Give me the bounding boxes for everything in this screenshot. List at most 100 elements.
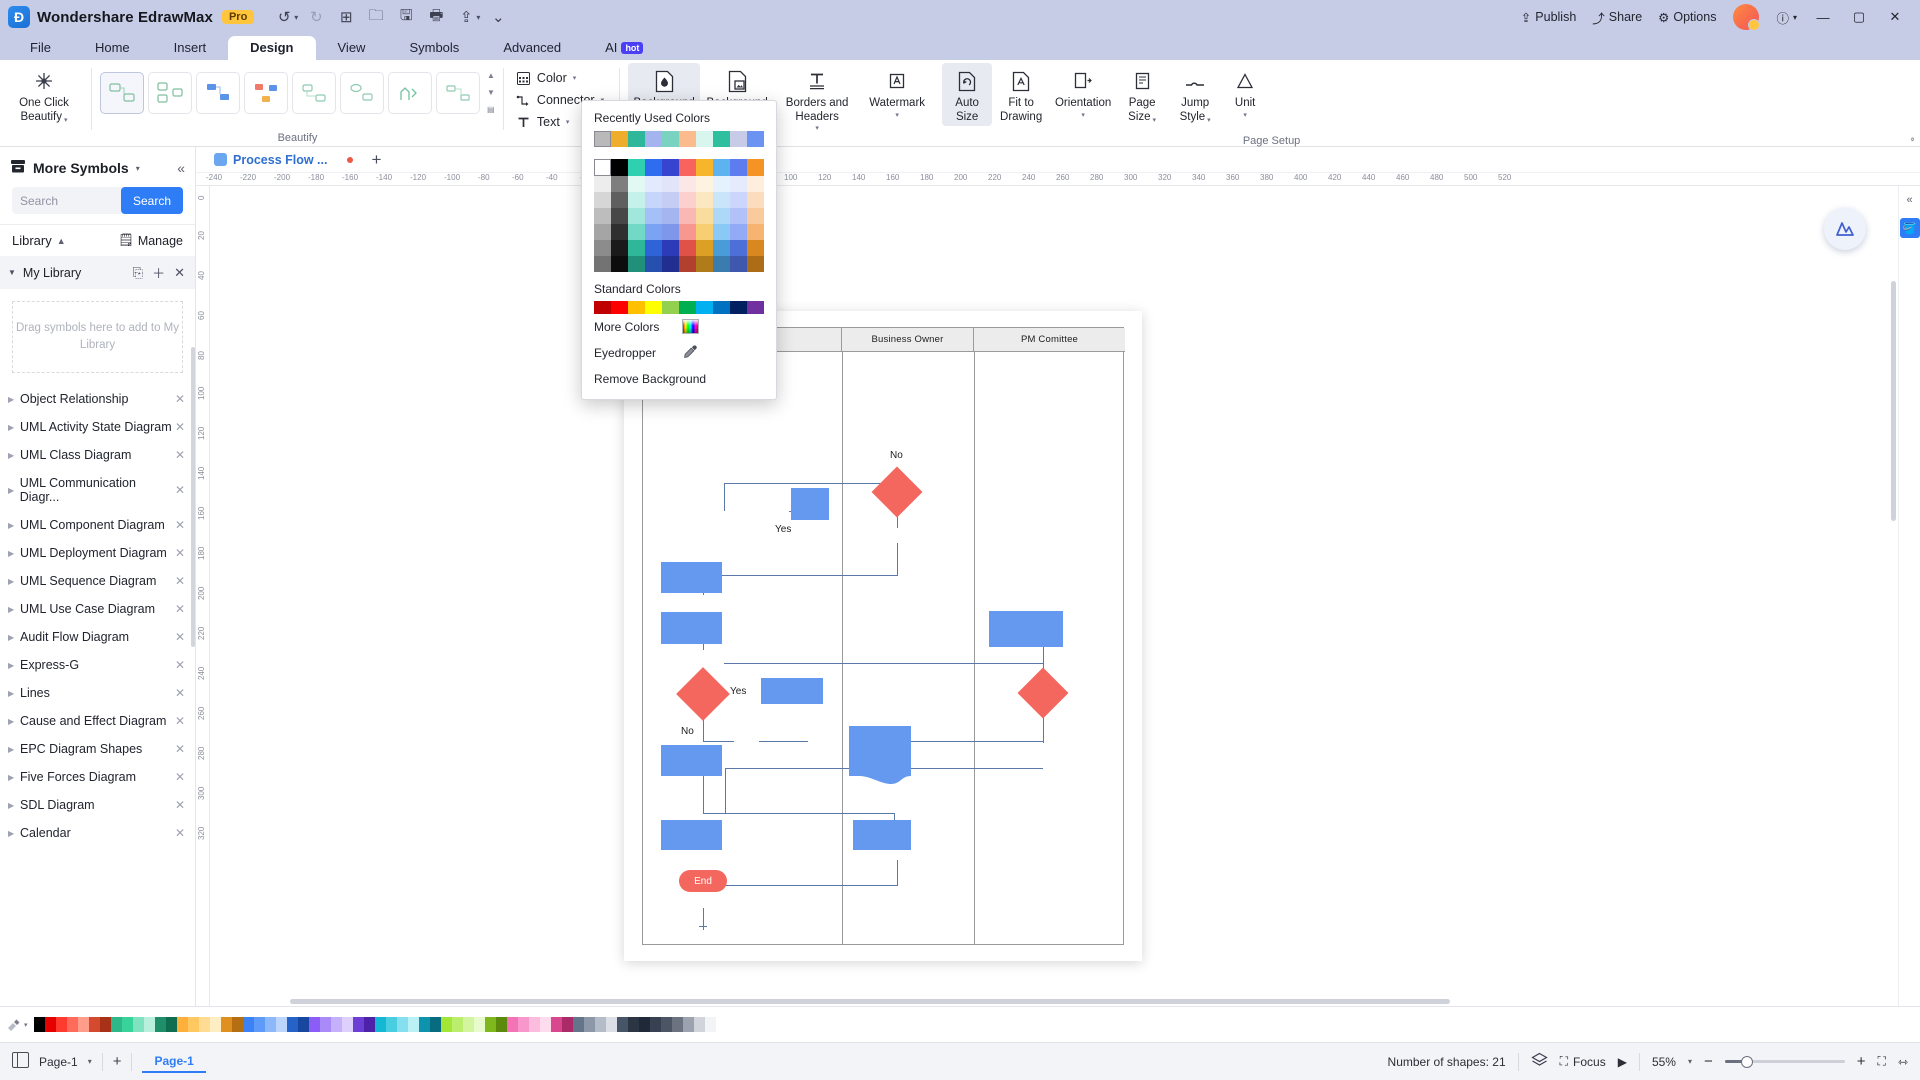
theme-swatch-2-2[interactable]	[628, 192, 645, 208]
theme-color-grid[interactable]	[594, 159, 764, 272]
more-commands-icon[interactable]: ⌄	[484, 4, 512, 30]
theme-swatch-5-5[interactable]	[679, 240, 696, 256]
canvas[interactable]: Business Owner PM Comittee No Yes Yes No…	[210, 186, 1920, 1006]
theme-swatch-4-9[interactable]	[747, 224, 764, 240]
chevron-right-icon[interactable]: ▶	[8, 829, 20, 838]
recent-swatch-9[interactable]	[747, 131, 764, 147]
search-button[interactable]: Search	[120, 187, 183, 214]
share-button[interactable]: ⤴ Share	[1585, 5, 1649, 30]
close-button[interactable]: ✕	[1878, 0, 1912, 34]
manage-button[interactable]: 🗒 Manage	[118, 233, 183, 248]
theme-swatch-6-5[interactable]	[679, 256, 696, 272]
library-dropzone[interactable]: Drag symbols here to add to My Library	[12, 301, 183, 373]
document-tab-process-flow[interactable]: Process Flow ...	[208, 151, 359, 169]
chevron-right-icon[interactable]: ▶	[8, 605, 20, 614]
library-item-3[interactable]: ▶ UML Communication Diagr... ✕	[0, 469, 195, 511]
jump-style-button[interactable]: Jump Style ▾	[1168, 63, 1222, 126]
theme-swatch-4-8[interactable]	[730, 224, 747, 240]
theme-swatch-1-0[interactable]	[594, 176, 611, 192]
fill-color-icon[interactable]: 🪣	[1899, 218, 1920, 238]
horizontal-ruler[interactable]: -240 -220 -200 -180 -160 -140 -120 -100 -80 -60 -4…	[196, 173, 1920, 186]
palette-swatch-12[interactable]	[165, 1017, 177, 1032]
theme-swatch-2-4[interactable]	[662, 192, 679, 208]
import-library-icon[interactable]: ⎘	[133, 265, 143, 281]
palette-swatch-29[interactable]	[352, 1017, 364, 1032]
zoom-level-label[interactable]: 55%	[1652, 1055, 1676, 1069]
palette-swatch-34[interactable]	[407, 1017, 419, 1032]
palette-swatch-28[interactable]	[341, 1017, 353, 1032]
palette-swatch-55[interactable]	[638, 1017, 650, 1032]
close-icon[interactable]: ✕	[175, 448, 185, 462]
theme-swatch-1-2[interactable]	[628, 176, 645, 192]
palette-swatch-6[interactable]	[99, 1017, 111, 1032]
auto-size-button[interactable]: Auto Size	[942, 63, 993, 127]
library-item-4[interactable]: ▶ UML Component Diagram ✕	[0, 511, 195, 539]
palette-swatch-49[interactable]	[572, 1017, 584, 1032]
theme-swatch-3-0[interactable]	[594, 208, 611, 224]
standard-swatch-9[interactable]	[747, 301, 764, 314]
panel-scrollbar[interactable]	[191, 347, 195, 647]
tab-file[interactable]: File	[8, 36, 73, 60]
theme-swatch-5-2[interactable]	[628, 240, 645, 256]
end-node[interactable]: End	[679, 870, 727, 892]
close-icon[interactable]: ✕	[175, 658, 185, 672]
theme-swatch-4-5[interactable]	[679, 224, 696, 240]
theme-swatch-4-0[interactable]	[594, 224, 611, 240]
no-fill-button[interactable]: ▾	[6, 1017, 28, 1032]
process-node[interactable]	[989, 611, 1063, 647]
decision-node[interactable]	[1017, 667, 1069, 719]
library-item-5[interactable]: ▶ UML Deployment Diagram ✕	[0, 539, 195, 567]
theme-swatch-6-3[interactable]	[645, 256, 662, 272]
palette-swatch-58[interactable]	[671, 1017, 683, 1032]
new-icon[interactable]: ⊞	[332, 4, 360, 30]
library-item-0[interactable]: ▶ Object Relationship ✕	[0, 385, 195, 413]
palette-swatch-15[interactable]	[198, 1017, 210, 1032]
palette-swatch-25[interactable]	[308, 1017, 320, 1032]
theme-swatch-4-7[interactable]	[713, 224, 730, 240]
drawing-page[interactable]: Business Owner PM Comittee No Yes Yes No…	[624, 311, 1142, 961]
chevron-right-icon[interactable]: ▶	[8, 486, 20, 495]
my-library-row[interactable]: ▼ My Library ⎘ ＋ ✕	[0, 256, 195, 289]
theme-swatch-6-2[interactable]	[628, 256, 645, 272]
tab-design[interactable]: Design	[228, 36, 316, 60]
palette-swatch-21[interactable]	[264, 1017, 276, 1032]
theme-color-row-0[interactable]	[594, 159, 764, 176]
palette-swatch-44[interactable]	[517, 1017, 529, 1032]
palette-swatch-18[interactable]	[231, 1017, 243, 1032]
page-thumbnail-icon[interactable]	[12, 1052, 29, 1071]
palette-swatch-19[interactable]	[242, 1017, 254, 1032]
recent-swatch-7[interactable]	[713, 131, 730, 147]
standard-swatch-7[interactable]	[713, 301, 730, 314]
decision-node[interactable]	[676, 667, 730, 721]
palette-swatch-1[interactable]	[44, 1017, 56, 1032]
chevron-right-icon[interactable]: ▶	[8, 689, 20, 698]
palette-swatch-41[interactable]	[484, 1017, 496, 1032]
theme-swatch-2-5[interactable]	[679, 192, 696, 208]
chevron-down-icon[interactable]: ▾	[566, 119, 570, 126]
library-item-9[interactable]: ▶ Express-G ✕	[0, 651, 195, 679]
recent-swatch-1[interactable]	[611, 131, 628, 147]
palette-swatch-24[interactable]	[297, 1017, 309, 1032]
chevron-down-icon[interactable]: ▾	[1153, 117, 1157, 124]
chevron-down-icon[interactable]: ▾	[815, 125, 819, 133]
palette-swatch-38[interactable]	[451, 1017, 463, 1032]
theme-swatch-1-5[interactable]	[679, 176, 696, 192]
theme-swatch-0-1[interactable]	[611, 159, 628, 176]
beautify-style-5[interactable]	[292, 72, 336, 114]
palette-swatch-30[interactable]	[363, 1017, 375, 1032]
palette-swatch-47[interactable]	[550, 1017, 562, 1032]
theme-swatch-3-3[interactable]	[645, 208, 662, 224]
process-node[interactable]	[853, 820, 911, 850]
theme-color-row-2[interactable]	[594, 192, 764, 208]
palette-swatch-52[interactable]	[605, 1017, 617, 1032]
theme-swatch-5-6[interactable]	[696, 240, 713, 256]
chevron-down-icon[interactable]: ▾	[1243, 112, 1247, 120]
save-icon[interactable]: 🖫	[392, 4, 420, 30]
chevron-right-icon[interactable]: ▶	[8, 577, 20, 586]
theme-swatch-1-3[interactable]	[645, 176, 662, 192]
library-item-1[interactable]: ▶ UML Activity State Diagram ✕	[0, 413, 195, 441]
close-icon[interactable]: ✕	[175, 686, 185, 700]
print-icon[interactable]: 🖶	[422, 4, 450, 30]
theme-swatch-4-4[interactable]	[662, 224, 679, 240]
theme-color-row-1[interactable]	[594, 176, 764, 192]
